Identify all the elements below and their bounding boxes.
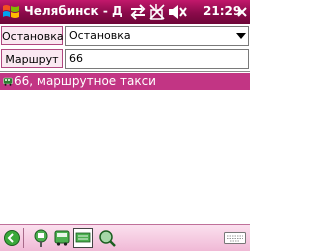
close-icon[interactable] — [236, 4, 248, 20]
stop-row: Остановка Остановка — [0, 25, 250, 47]
sync-icon[interactable] — [130, 4, 146, 20]
windows-start-icon[interactable] — [1, 2, 21, 22]
route-label-button[interactable]: Маршрут — [1, 49, 63, 68]
chevron-down-icon[interactable] — [236, 33, 246, 39]
results-list[interactable]: 66, маршрутное такси — [0, 71, 250, 224]
stop-dropdown[interactable]: Остановка — [65, 26, 249, 46]
keyboard-route-icon[interactable] — [73, 228, 93, 248]
route-input[interactable]: 66 — [65, 49, 249, 69]
search-icon[interactable] — [97, 228, 117, 248]
bottom-toolbar — [0, 224, 250, 251]
minibus-icon — [3, 77, 13, 86]
keyboard-icon[interactable] — [224, 230, 246, 246]
title-bar: Челябинск - Д 21:29 — [0, 0, 250, 24]
list-item-label: 66, маршрутное такси — [14, 74, 156, 88]
bus-stop-icon[interactable] — [31, 228, 51, 248]
stop-dropdown-value: Остановка — [69, 29, 131, 42]
volume-muted-icon[interactable] — [168, 4, 188, 20]
back-icon[interactable] — [2, 228, 22, 248]
stop-label-button[interactable]: Остановка — [1, 26, 64, 45]
list-item[interactable]: 66, маршрутное такси — [0, 73, 250, 90]
signal-off-icon[interactable] — [149, 4, 165, 20]
window-title: Челябинск - Д — [24, 4, 123, 18]
route-row: Маршрут 66 — [0, 48, 250, 70]
bus-icon[interactable] — [52, 228, 72, 248]
toolbar-separator — [23, 228, 24, 248]
